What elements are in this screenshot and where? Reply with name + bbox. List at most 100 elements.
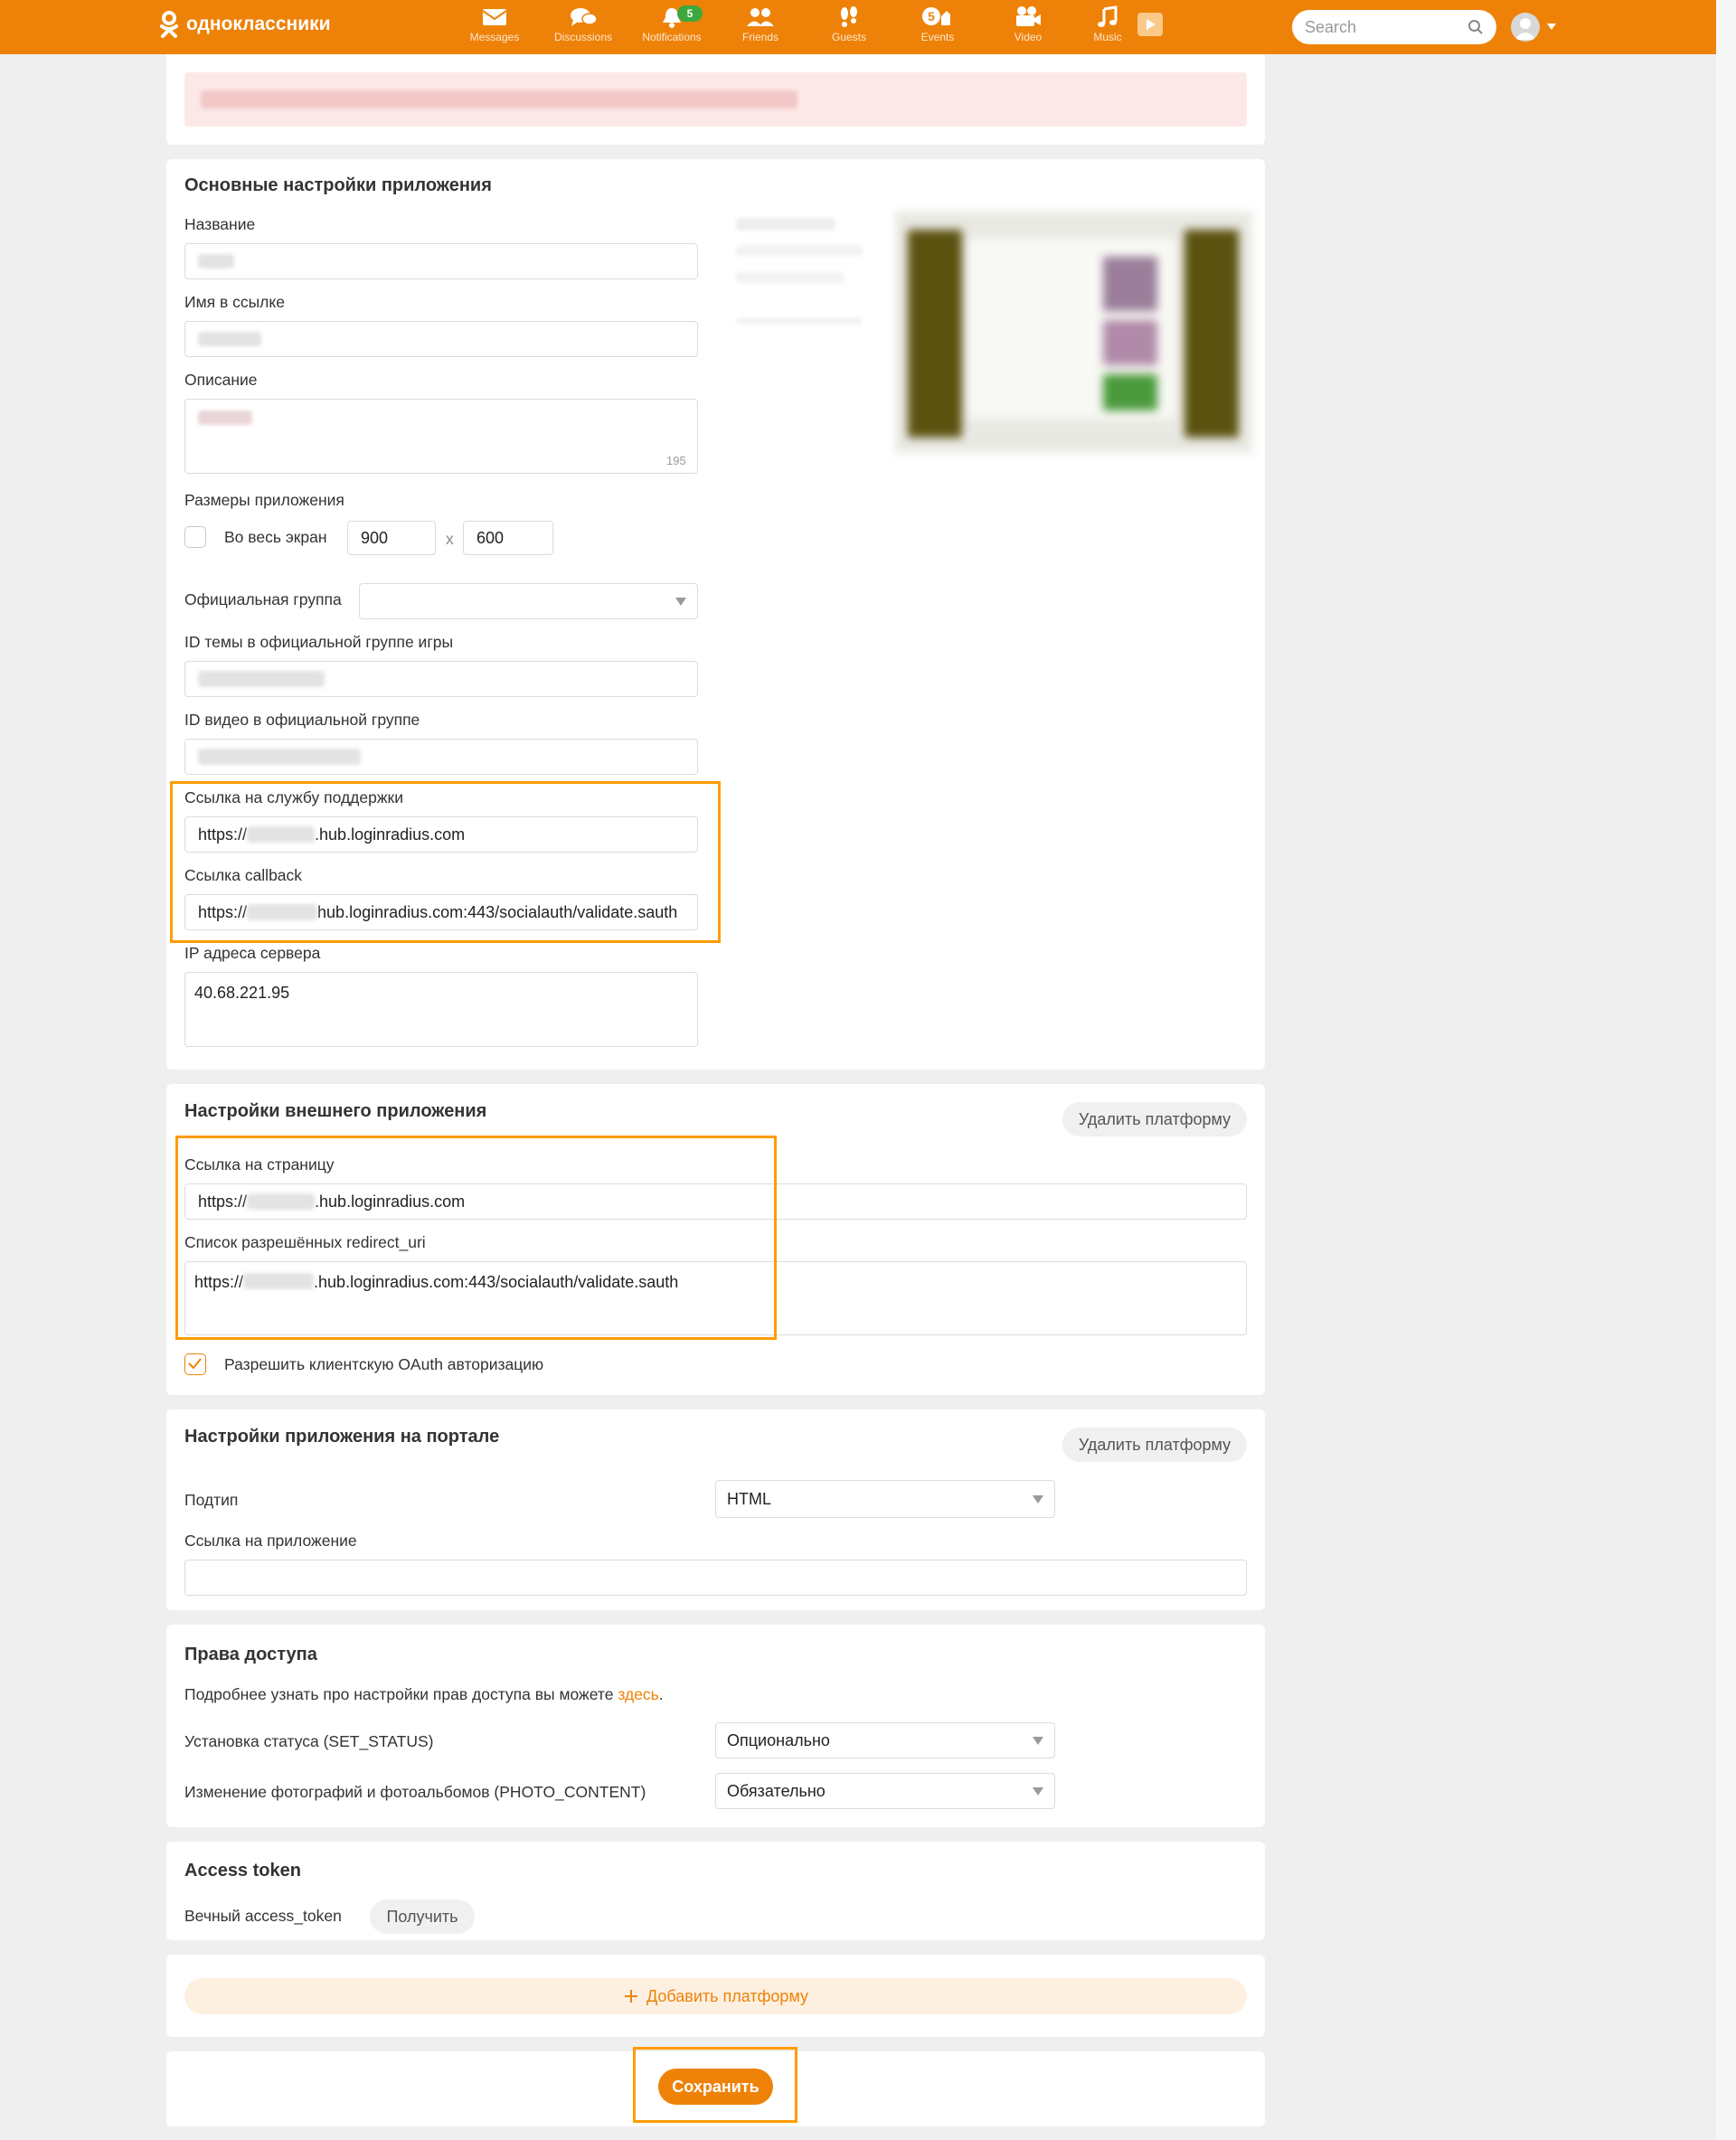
fullscreen-label: Во весь экран: [224, 528, 327, 546]
subtype-select[interactable]: HTML: [715, 1480, 1055, 1518]
oauth-checkbox[interactable]: [184, 1353, 206, 1375]
notifications-badge: 5: [677, 5, 703, 22]
nav-label: Events: [920, 31, 955, 43]
ok-logo-icon: [160, 11, 178, 38]
size-separator: x: [446, 530, 454, 548]
delete-platform-button[interactable]: Удалить платформу: [1062, 1102, 1247, 1136]
video-id-label: ID видео в официальной группе: [184, 711, 420, 729]
search-box[interactable]: [1292, 10, 1496, 44]
play-icon: [1146, 19, 1156, 30]
chevron-down-icon: [1033, 1495, 1043, 1504]
nav-friends[interactable]: Friends: [724, 5, 797, 43]
chevron-down-icon: [675, 598, 686, 606]
chevron-down-icon[interactable]: [1547, 24, 1556, 30]
ip-field[interactable]: 40.68.221.95: [184, 972, 698, 1047]
description-field[interactable]: [184, 399, 698, 474]
logo-text: одноклассники: [186, 14, 331, 34]
access-info-text: Подробнее узнать про настройки прав дост…: [184, 1685, 664, 1704]
highlight-box: [175, 1136, 777, 1340]
nav-label: Messages: [469, 31, 520, 43]
nav-label: Discussions: [553, 31, 613, 43]
error-card: [166, 54, 1265, 145]
topic-id-field[interactable]: [184, 661, 698, 697]
card-title: Access token: [184, 1861, 301, 1881]
nav-discussions[interactable]: Discussions: [547, 5, 619, 43]
sizes-label: Размеры приложения: [184, 491, 344, 509]
nav-messages[interactable]: Messages: [458, 5, 531, 43]
ip-label: IP адреса сервера: [184, 944, 321, 962]
avatar-placeholder-icon: [1514, 18, 1536, 40]
app-link-field[interactable]: [184, 1560, 1247, 1596]
nav-label: Video: [1014, 31, 1043, 43]
fullscreen-checkbox[interactable]: [184, 526, 206, 548]
info-link[interactable]: здесь: [618, 1685, 658, 1703]
name-field[interactable]: [184, 243, 698, 279]
music-note-icon: [1098, 5, 1118, 27]
search-input[interactable]: [1305, 17, 1449, 37]
photo-content-label: Изменение фотографий и фотоальбомов (PHO…: [184, 1783, 646, 1801]
footprints-icon: [841, 6, 857, 27]
redacted-text: [736, 245, 863, 256]
card-title: Настройки внешнего приложения: [184, 1101, 487, 1121]
highlight-box: [170, 781, 721, 943]
nav-label: Friends: [741, 31, 778, 43]
search-icon[interactable]: [1467, 19, 1484, 35]
delete-platform-button[interactable]: Удалить платформу: [1062, 1428, 1247, 1462]
chevron-down-icon: [1033, 1737, 1043, 1745]
description-label: Описание: [184, 371, 258, 389]
add-platform-label: Добавить платформу: [646, 1986, 809, 2005]
error-banner: [184, 72, 1247, 127]
add-platform-button[interactable]: Добавить платформу: [184, 1978, 1247, 2014]
envelope-icon: [482, 9, 507, 25]
ok-logo[interactable]: одноклассники: [159, 11, 331, 38]
chevron-down-icon: [1033, 1787, 1043, 1796]
subtype-label: Подтип: [184, 1491, 239, 1509]
nav-label: Music: [1093, 31, 1122, 43]
events-icon: 5: [922, 7, 950, 25]
plus-icon: [624, 1990, 637, 2003]
official-group-select[interactable]: [359, 583, 698, 619]
redacted-text: [736, 218, 835, 231]
app-screenshot-preview: [895, 212, 1252, 453]
description-counter: 195: [666, 454, 686, 467]
nav-events[interactable]: 5 Events: [901, 5, 974, 43]
eternal-token-label: Вечный access_token: [184, 1907, 342, 1925]
nav-video[interactable]: Video: [992, 5, 1064, 43]
video-camera-icon: [1016, 6, 1041, 26]
nav-label: Guests: [831, 31, 866, 43]
video-id-field[interactable]: [184, 739, 698, 775]
redacted-text: [736, 317, 863, 325]
set-status-select[interactable]: Опционально: [715, 1722, 1055, 1758]
access-rights-card: Права доступа Подробнее узнать про настр…: [166, 1625, 1265, 1827]
width-field[interactable]: 900: [347, 521, 436, 555]
user-avatar[interactable]: [1511, 13, 1540, 42]
preview-placeholder: [727, 209, 872, 335]
page-right-strip: [1716, 0, 1736, 2140]
friends-icon: [747, 8, 774, 26]
nav-label: Notifications: [642, 31, 702, 43]
redacted-value: [198, 671, 325, 687]
nav-guests[interactable]: Guests: [813, 5, 885, 43]
info-text: Подробнее узнать про настройки прав дост…: [184, 1685, 618, 1703]
name-label: Название: [184, 215, 256, 233]
link-name-field[interactable]: [184, 321, 698, 357]
nav-music[interactable]: Music: [1071, 5, 1144, 43]
checkmark-icon: [188, 1358, 202, 1370]
app-link-label: Ссылка на приложение: [184, 1532, 357, 1550]
chat-bubbles-icon: [571, 8, 598, 26]
get-token-button[interactable]: Получить: [370, 1900, 475, 1934]
redacted-value: [198, 410, 252, 425]
select-value: Обязательно: [727, 1781, 826, 1800]
card-title: Права доступа: [184, 1645, 317, 1664]
events-count: 5: [928, 9, 935, 24]
height-field[interactable]: 600: [463, 521, 553, 555]
topic-id-label: ID темы в официальной группе игры: [184, 633, 454, 651]
portal-settings-card: Настройки приложения на портале Удалить …: [166, 1409, 1265, 1610]
card-title: Настройки приложения на портале: [184, 1427, 500, 1447]
redacted-value: [198, 332, 261, 346]
redacted-text: [201, 90, 797, 108]
access-token-card: Access token Вечный access_token Получит…: [166, 1842, 1265, 1940]
photo-content-select[interactable]: Обязательно: [715, 1773, 1055, 1809]
nav-notifications[interactable]: 5 Notifications: [636, 5, 708, 43]
music-player-button[interactable]: [1137, 13, 1163, 36]
